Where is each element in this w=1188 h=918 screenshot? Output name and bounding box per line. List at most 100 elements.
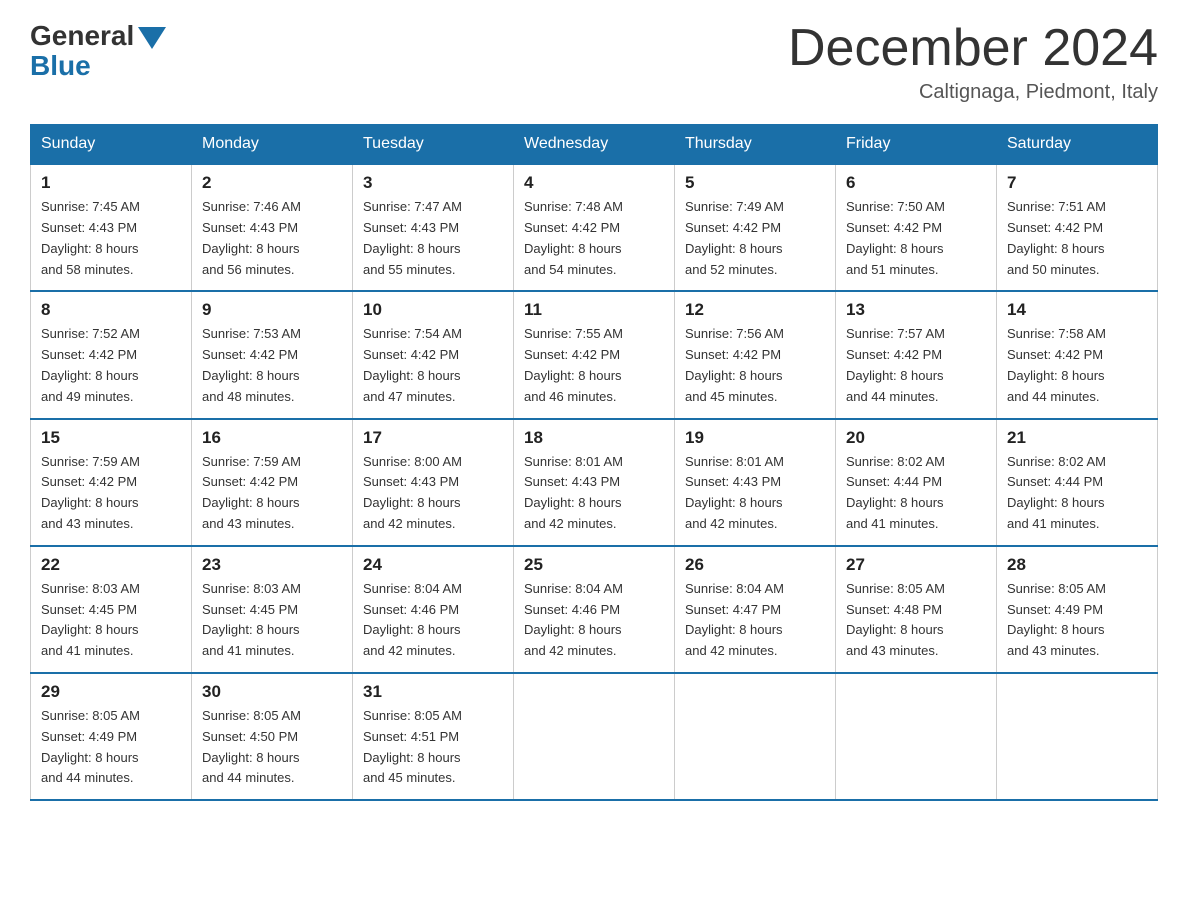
day-info: Sunrise: 8:05 AM Sunset: 4:51 PM Dayligh… [363, 706, 503, 789]
day-header-wednesday: Wednesday [514, 125, 675, 165]
day-info: Sunrise: 8:02 AM Sunset: 4:44 PM Dayligh… [846, 452, 986, 535]
calendar-cell: 11 Sunrise: 7:55 AM Sunset: 4:42 PM Dayl… [514, 291, 675, 418]
week-row-2: 8 Sunrise: 7:52 AM Sunset: 4:42 PM Dayli… [31, 291, 1158, 418]
day-info: Sunrise: 8:01 AM Sunset: 4:43 PM Dayligh… [524, 452, 664, 535]
day-number: 28 [1007, 555, 1147, 575]
day-info: Sunrise: 7:46 AM Sunset: 4:43 PM Dayligh… [202, 197, 342, 280]
calendar-cell: 20 Sunrise: 8:02 AM Sunset: 4:44 PM Dayl… [836, 419, 997, 546]
day-number: 24 [363, 555, 503, 575]
calendar-cell: 3 Sunrise: 7:47 AM Sunset: 4:43 PM Dayli… [353, 164, 514, 291]
calendar-cell: 27 Sunrise: 8:05 AM Sunset: 4:48 PM Dayl… [836, 546, 997, 673]
day-info: Sunrise: 8:01 AM Sunset: 4:43 PM Dayligh… [685, 452, 825, 535]
day-info: Sunrise: 8:00 AM Sunset: 4:43 PM Dayligh… [363, 452, 503, 535]
calendar-cell [514, 673, 675, 800]
day-header-row: SundayMondayTuesdayWednesdayThursdayFrid… [31, 125, 1158, 165]
day-info: Sunrise: 7:48 AM Sunset: 4:42 PM Dayligh… [524, 197, 664, 280]
day-number: 21 [1007, 428, 1147, 448]
calendar-cell: 10 Sunrise: 7:54 AM Sunset: 4:42 PM Dayl… [353, 291, 514, 418]
calendar-cell: 17 Sunrise: 8:00 AM Sunset: 4:43 PM Dayl… [353, 419, 514, 546]
calendar-cell: 12 Sunrise: 7:56 AM Sunset: 4:42 PM Dayl… [675, 291, 836, 418]
day-number: 5 [685, 173, 825, 193]
day-header-monday: Monday [192, 125, 353, 165]
calendar-cell: 22 Sunrise: 8:03 AM Sunset: 4:45 PM Dayl… [31, 546, 192, 673]
day-number: 12 [685, 300, 825, 320]
page-header: General Blue December 2024 Caltignaga, P… [30, 20, 1158, 104]
day-number: 7 [1007, 173, 1147, 193]
logo-blue-text: Blue [30, 50, 91, 82]
day-number: 10 [363, 300, 503, 320]
calendar-cell [997, 673, 1158, 800]
day-number: 20 [846, 428, 986, 448]
day-info: Sunrise: 8:05 AM Sunset: 4:50 PM Dayligh… [202, 706, 342, 789]
calendar-cell: 8 Sunrise: 7:52 AM Sunset: 4:42 PM Dayli… [31, 291, 192, 418]
day-number: 8 [41, 300, 181, 320]
week-row-5: 29 Sunrise: 8:05 AM Sunset: 4:49 PM Dayl… [31, 673, 1158, 800]
day-number: 6 [846, 173, 986, 193]
calendar-cell: 29 Sunrise: 8:05 AM Sunset: 4:49 PM Dayl… [31, 673, 192, 800]
day-number: 17 [363, 428, 503, 448]
day-header-thursday: Thursday [675, 125, 836, 165]
calendar-cell: 2 Sunrise: 7:46 AM Sunset: 4:43 PM Dayli… [192, 164, 353, 291]
calendar-table: SundayMondayTuesdayWednesdayThursdayFrid… [30, 124, 1158, 801]
day-number: 16 [202, 428, 342, 448]
calendar-cell: 24 Sunrise: 8:04 AM Sunset: 4:46 PM Dayl… [353, 546, 514, 673]
calendar-cell: 7 Sunrise: 7:51 AM Sunset: 4:42 PM Dayli… [997, 164, 1158, 291]
day-number: 22 [41, 555, 181, 575]
day-info: Sunrise: 7:53 AM Sunset: 4:42 PM Dayligh… [202, 324, 342, 407]
day-header-sunday: Sunday [31, 125, 192, 165]
location-subtitle: Caltignaga, Piedmont, Italy [788, 81, 1158, 104]
calendar-cell: 18 Sunrise: 8:01 AM Sunset: 4:43 PM Dayl… [514, 419, 675, 546]
calendar-cell: 6 Sunrise: 7:50 AM Sunset: 4:42 PM Dayli… [836, 164, 997, 291]
day-number: 25 [524, 555, 664, 575]
day-info: Sunrise: 7:58 AM Sunset: 4:42 PM Dayligh… [1007, 324, 1147, 407]
calendar-cell: 26 Sunrise: 8:04 AM Sunset: 4:47 PM Dayl… [675, 546, 836, 673]
calendar-cell: 28 Sunrise: 8:05 AM Sunset: 4:49 PM Dayl… [997, 546, 1158, 673]
day-info: Sunrise: 8:04 AM Sunset: 4:47 PM Dayligh… [685, 579, 825, 662]
day-info: Sunrise: 7:59 AM Sunset: 4:42 PM Dayligh… [41, 452, 181, 535]
day-number: 19 [685, 428, 825, 448]
logo: General Blue [30, 20, 166, 82]
day-info: Sunrise: 7:54 AM Sunset: 4:42 PM Dayligh… [363, 324, 503, 407]
day-number: 23 [202, 555, 342, 575]
day-info: Sunrise: 8:05 AM Sunset: 4:49 PM Dayligh… [1007, 579, 1147, 662]
day-info: Sunrise: 8:05 AM Sunset: 4:49 PM Dayligh… [41, 706, 181, 789]
day-number: 29 [41, 682, 181, 702]
day-info: Sunrise: 7:49 AM Sunset: 4:42 PM Dayligh… [685, 197, 825, 280]
day-number: 27 [846, 555, 986, 575]
calendar-cell: 15 Sunrise: 7:59 AM Sunset: 4:42 PM Dayl… [31, 419, 192, 546]
calendar-cell: 14 Sunrise: 7:58 AM Sunset: 4:42 PM Dayl… [997, 291, 1158, 418]
day-info: Sunrise: 7:51 AM Sunset: 4:42 PM Dayligh… [1007, 197, 1147, 280]
day-number: 26 [685, 555, 825, 575]
day-number: 31 [363, 682, 503, 702]
day-info: Sunrise: 8:04 AM Sunset: 4:46 PM Dayligh… [524, 579, 664, 662]
calendar-cell: 19 Sunrise: 8:01 AM Sunset: 4:43 PM Dayl… [675, 419, 836, 546]
calendar-cell: 23 Sunrise: 8:03 AM Sunset: 4:45 PM Dayl… [192, 546, 353, 673]
day-number: 15 [41, 428, 181, 448]
calendar-cell [675, 673, 836, 800]
day-number: 14 [1007, 300, 1147, 320]
day-number: 9 [202, 300, 342, 320]
day-info: Sunrise: 8:05 AM Sunset: 4:48 PM Dayligh… [846, 579, 986, 662]
day-number: 18 [524, 428, 664, 448]
day-number: 2 [202, 173, 342, 193]
calendar-cell: 13 Sunrise: 7:57 AM Sunset: 4:42 PM Dayl… [836, 291, 997, 418]
day-header-saturday: Saturday [997, 125, 1158, 165]
calendar-cell: 25 Sunrise: 8:04 AM Sunset: 4:46 PM Dayl… [514, 546, 675, 673]
day-info: Sunrise: 8:04 AM Sunset: 4:46 PM Dayligh… [363, 579, 503, 662]
day-info: Sunrise: 7:59 AM Sunset: 4:42 PM Dayligh… [202, 452, 342, 535]
day-number: 1 [41, 173, 181, 193]
calendar-cell: 16 Sunrise: 7:59 AM Sunset: 4:42 PM Dayl… [192, 419, 353, 546]
calendar-cell: 4 Sunrise: 7:48 AM Sunset: 4:42 PM Dayli… [514, 164, 675, 291]
day-number: 13 [846, 300, 986, 320]
day-header-friday: Friday [836, 125, 997, 165]
week-row-3: 15 Sunrise: 7:59 AM Sunset: 4:42 PM Dayl… [31, 419, 1158, 546]
week-row-1: 1 Sunrise: 7:45 AM Sunset: 4:43 PM Dayli… [31, 164, 1158, 291]
day-info: Sunrise: 7:56 AM Sunset: 4:42 PM Dayligh… [685, 324, 825, 407]
calendar-cell: 21 Sunrise: 8:02 AM Sunset: 4:44 PM Dayl… [997, 419, 1158, 546]
day-number: 11 [524, 300, 664, 320]
day-info: Sunrise: 8:02 AM Sunset: 4:44 PM Dayligh… [1007, 452, 1147, 535]
calendar-cell: 5 Sunrise: 7:49 AM Sunset: 4:42 PM Dayli… [675, 164, 836, 291]
day-info: Sunrise: 7:57 AM Sunset: 4:42 PM Dayligh… [846, 324, 986, 407]
day-header-tuesday: Tuesday [353, 125, 514, 165]
day-info: Sunrise: 7:45 AM Sunset: 4:43 PM Dayligh… [41, 197, 181, 280]
